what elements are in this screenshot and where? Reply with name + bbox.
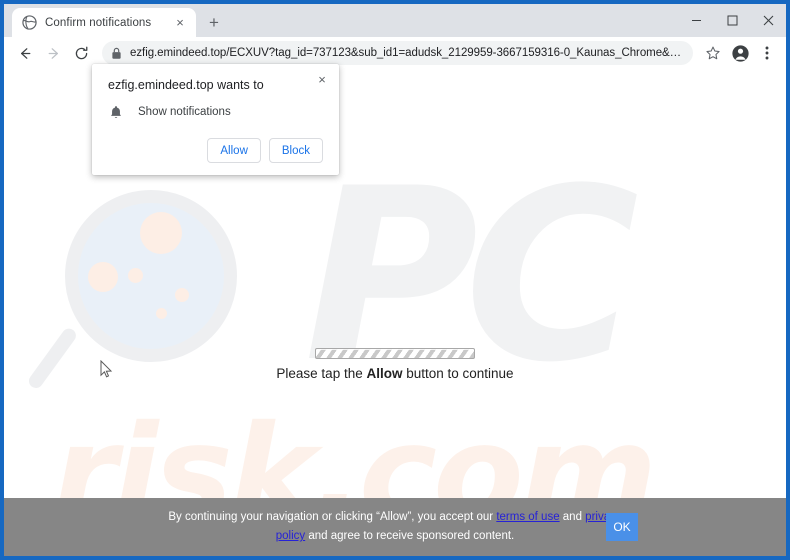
minimize-icon[interactable]	[678, 5, 714, 36]
allow-button[interactable]: Allow	[207, 138, 261, 163]
tab-strip: Confirm notifications × +	[4, 4, 786, 37]
consent-text-part3: and agree to receive sponsored content.	[305, 530, 515, 542]
instruction-text: Please tap the Allow button to continue	[276, 366, 513, 381]
popup-title: ezfig.emindeed.top wants to	[108, 78, 264, 92]
popup-permission-row: Show notifications	[108, 104, 323, 120]
popup-actions: Allow Block	[108, 138, 323, 163]
page-center-content: Please tap the Allow button to continue	[4, 348, 786, 381]
window-controls	[678, 4, 786, 37]
maximize-icon[interactable]	[714, 5, 750, 36]
tab-confirm-notifications[interactable]: Confirm notifications ×	[12, 8, 196, 37]
forward-button[interactable]	[40, 40, 66, 66]
instruction-suffix: button to continue	[402, 366, 514, 381]
address-bar-url: ezfig.emindeed.top/ECXUV?tag_id=737123&s…	[130, 47, 683, 59]
tab-title: Confirm notifications	[45, 16, 152, 29]
magnifier-dot	[175, 288, 189, 302]
block-button[interactable]: Block	[268, 138, 323, 163]
address-bar[interactable]: ezfig.emindeed.top/ECXUV?tag_id=737123&s…	[102, 41, 693, 65]
consent-banner: By continuing your navigation or clickin…	[4, 498, 786, 556]
popup-close-icon[interactable]: ×	[313, 70, 331, 88]
new-tab-button[interactable]: +	[200, 8, 228, 36]
magnifier-dot	[156, 308, 167, 319]
instruction-bold-allow: Allow	[366, 366, 403, 381]
popup-permission-label: Show notifications	[138, 106, 231, 118]
consent-ok-button[interactable]: OK	[606, 513, 638, 541]
terms-of-use-link[interactable]: terms of use	[496, 511, 559, 523]
bell-icon	[108, 104, 124, 120]
back-button[interactable]	[12, 40, 38, 66]
instruction-prefix: Please tap the	[276, 366, 367, 381]
consent-text-part1: By continuing your navigation or clickin…	[168, 511, 497, 524]
account-avatar-icon[interactable]	[727, 40, 753, 66]
magnifier-dot	[128, 268, 143, 283]
magnifier-dot	[140, 212, 182, 254]
globe-icon	[22, 15, 37, 30]
notification-permission-popup: × ezfig.emindeed.top wants to Show notif…	[92, 64, 339, 175]
loading-progress-bar	[315, 348, 475, 359]
tab-close-icon[interactable]: ×	[172, 15, 188, 31]
lock-icon[interactable]	[106, 43, 126, 63]
magnifier-ring	[65, 190, 237, 362]
consent-text-part2: and	[559, 511, 586, 524]
reload-button[interactable]	[68, 40, 94, 66]
close-icon[interactable]	[750, 5, 786, 36]
browser-window: Confirm notifications × + ezfig.emindeed…	[0, 0, 790, 560]
three-dots-menu-icon[interactable]	[754, 40, 780, 66]
star-icon[interactable]	[700, 40, 726, 66]
consent-text: By continuing your navigation or clickin…	[160, 508, 630, 546]
magnifier-dot	[88, 262, 118, 292]
